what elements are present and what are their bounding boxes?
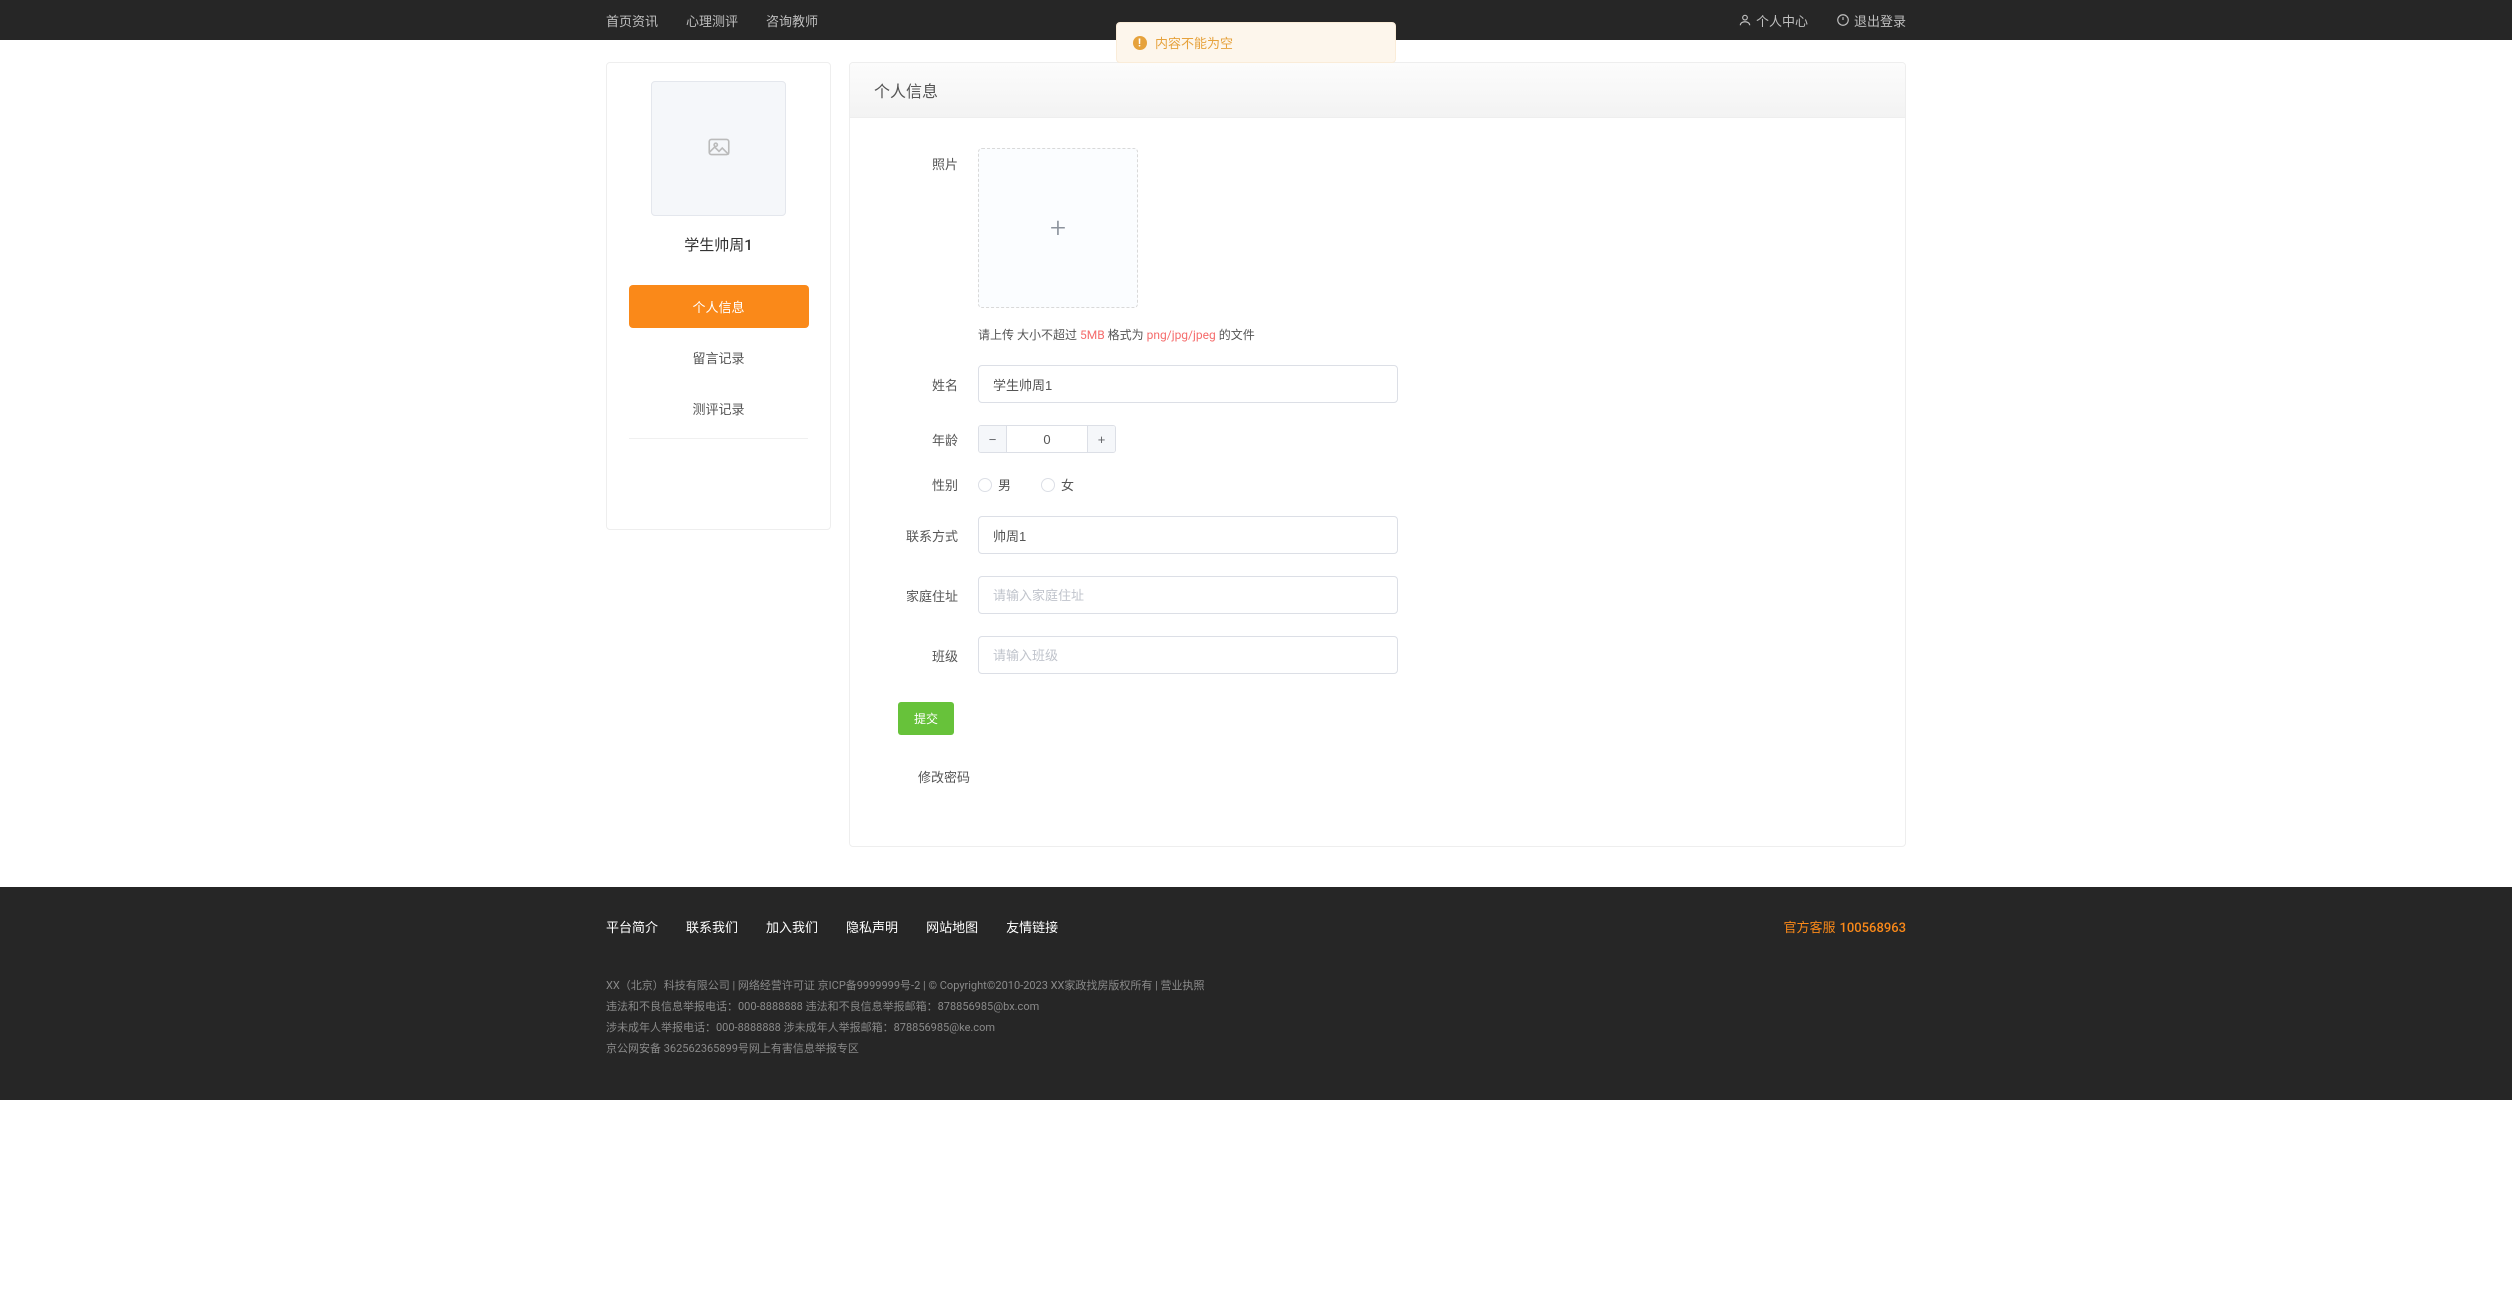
toast-warning: 内容不能为空 <box>1116 22 1396 63</box>
panel-title: 个人信息 <box>850 63 1905 118</box>
contact-input[interactable] <box>978 516 1398 554</box>
gender-radio-male[interactable]: 男 <box>978 475 1011 494</box>
customer-service: 官方客服100568963 <box>1783 917 1906 936</box>
image-icon <box>706 134 732 164</box>
user-icon <box>1738 13 1752 27</box>
label-contact: 联系方式 <box>898 526 958 545</box>
change-password-link[interactable]: 修改密码 <box>898 735 1857 786</box>
nav-link-assessment[interactable]: 心理测评 <box>686 11 738 30</box>
footer-legal: XX（北京）科技有限公司 | 网络经营许可证 京ICP备9999999号-2 |… <box>606 976 1906 1060</box>
name-input[interactable] <box>978 365 1398 403</box>
upload-hint: 请上传 大小不超过 5MB 格式为 png/jpg/jpeg 的文件 <box>978 326 1857 343</box>
age-increase-button[interactable]: + <box>1087 426 1115 452</box>
nav-link-profile[interactable]: 个人中心 <box>1738 11 1808 30</box>
footer: 平台简介 联系我们 加入我们 隐私声明 网站地图 友情链接 官方客服100568… <box>0 887 2512 1100</box>
label-address: 家庭住址 <box>898 586 958 605</box>
nav-link-teachers[interactable]: 咨询教师 <box>766 11 818 30</box>
label-name: 姓名 <box>898 375 958 394</box>
photo-upload[interactable]: + <box>978 148 1138 308</box>
radio-circle-icon <box>978 478 992 492</box>
submit-button[interactable]: 提交 <box>898 702 954 735</box>
class-input[interactable] <box>978 636 1398 674</box>
avatar-placeholder[interactable] <box>651 81 786 216</box>
footer-link-contact[interactable]: 联系我们 <box>686 917 738 936</box>
label-gender: 性别 <box>898 475 958 494</box>
label-photo: 照片 <box>898 148 958 173</box>
age-input[interactable] <box>1007 426 1087 452</box>
footer-link-about[interactable]: 平台简介 <box>606 917 658 936</box>
logout-icon <box>1836 13 1850 27</box>
sidebar-item-profile[interactable]: 个人信息 <box>629 285 809 328</box>
toast-text: 内容不能为空 <box>1155 37 1233 52</box>
plus-icon: + <box>1050 214 1066 242</box>
footer-link-friends[interactable]: 友情链接 <box>1006 917 1058 936</box>
label-age: 年龄 <box>898 430 958 449</box>
radio-circle-icon <box>1041 478 1055 492</box>
sidebar-item-records[interactable]: 测评记录 <box>629 387 809 430</box>
profile-panel: 个人信息 照片 + 请上传 大小不超过 5MB 格式为 png/jpg/jpeg… <box>849 62 1906 847</box>
sidebar: 学生帅周1 个人信息 留言记录 测评记录 <box>606 62 831 530</box>
sidebar-divider <box>629 438 808 439</box>
sidebar-item-messages[interactable]: 留言记录 <box>629 336 809 379</box>
footer-link-sitemap[interactable]: 网站地图 <box>926 917 978 936</box>
age-stepper: − + <box>978 425 1116 453</box>
nav-link-home[interactable]: 首页资讯 <box>606 11 658 30</box>
address-input[interactable] <box>978 576 1398 614</box>
nav-link-logout[interactable]: 退出登录 <box>1836 11 1906 30</box>
gender-radio-female[interactable]: 女 <box>1041 475 1074 494</box>
footer-link-join[interactable]: 加入我们 <box>766 917 818 936</box>
label-class: 班级 <box>898 646 958 665</box>
footer-link-privacy[interactable]: 隐私声明 <box>846 917 898 936</box>
sidebar-username: 学生帅周1 <box>607 234 830 255</box>
age-decrease-button[interactable]: − <box>979 426 1007 452</box>
